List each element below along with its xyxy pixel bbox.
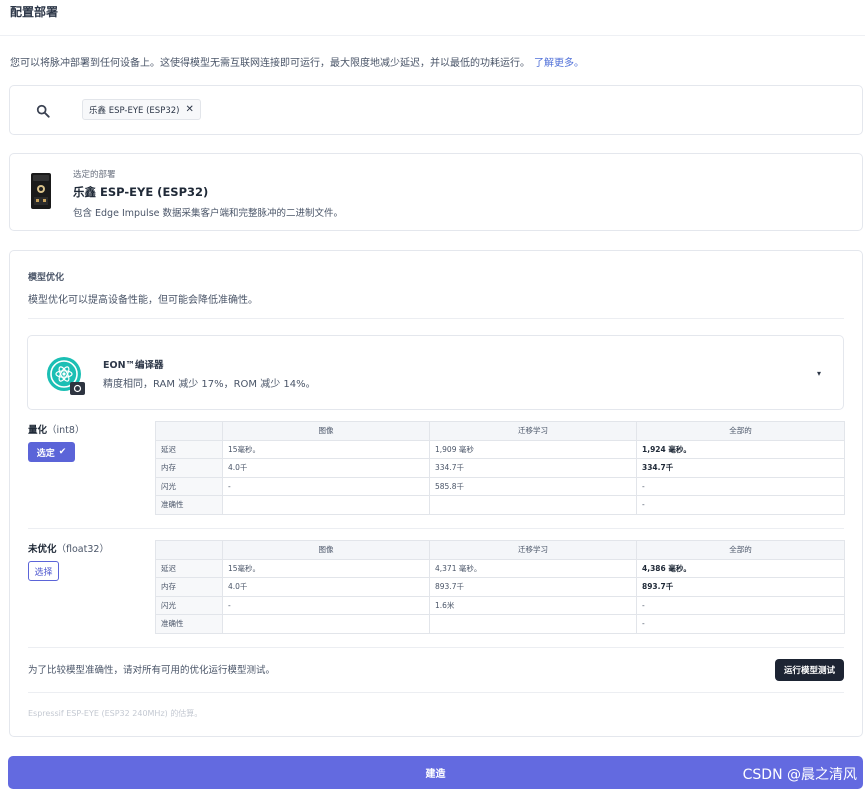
table-cell: 4.0千	[222, 458, 430, 478]
table-cell: 延迟	[155, 558, 223, 578]
table-header-row: 图像 迁移学习 全部的	[155, 540, 845, 560]
table-row: 延迟 15毫秒。 1,909 毫秒 1,924 毫秒。	[155, 439, 845, 459]
selected-button-label: 选定	[36, 448, 55, 459]
selected-deployment-description: 包含 Edge Impulse 数据采集客户端和完整脉冲的二进制文件。	[73, 208, 344, 219]
table-cell: 内存	[155, 577, 223, 597]
intro-text: 您可以将脉冲部署到任何设备上。这使得模型无需互联网连接即可运行，最大限度地减少延…	[10, 58, 530, 69]
optimization-subtitle: 模型优化可以提高设备性能，但可能会降低准确性。	[28, 295, 258, 306]
table-header-cell: 图像	[222, 540, 430, 560]
eon-compiler-dropdown[interactable]: EON™编译器 精度相同，RAM 减少 17%，ROM 减少 14%。 ▾	[27, 335, 844, 410]
table-cell: 893.7千	[429, 577, 637, 597]
unoptimized-label-text: 未优化	[28, 544, 57, 555]
divider	[28, 692, 844, 693]
learn-more-link[interactable]: 了解更多。	[534, 58, 584, 69]
table-cell: -	[636, 495, 845, 515]
divider	[28, 647, 844, 648]
title-divider	[0, 35, 865, 36]
eon-compiler-icon	[47, 357, 85, 395]
model-optimization-card: 模型优化 模型优化可以提高设备性能，但可能会降低准确性。 EON™编译器 精度相…	[9, 250, 863, 737]
table-row: 闪光 - 1.6米 -	[155, 595, 845, 615]
table-row: 准确性 -	[155, 495, 845, 515]
table-header-cell: 全部的	[636, 540, 845, 560]
intro-paragraph: 您可以将脉冲部署到任何设备上。这使得模型无需互联网连接即可运行，最大限度地减少延…	[10, 54, 584, 69]
eon-compiler-description: 精度相同，RAM 减少 17%，ROM 减少 14%。	[103, 379, 316, 390]
quantized-selected-button[interactable]: 选定 ✔	[28, 442, 75, 462]
build-button[interactable]: 建造	[8, 756, 863, 789]
eon-compiler-name: EON™编译器	[103, 360, 164, 371]
table-cell	[222, 495, 430, 515]
search-icon	[36, 104, 50, 118]
compare-accuracy-text: 为了比较模型准确性，请对所有可用的优化运行模型测试。	[28, 665, 276, 676]
table-header-cell	[155, 421, 223, 441]
table-cell: 15毫秒。	[222, 439, 430, 459]
table-cell: 闪光	[155, 476, 223, 496]
run-model-testing-button[interactable]: 运行模型测试	[775, 659, 844, 681]
table-cell: 893.7千	[636, 577, 845, 597]
table-cell: -	[636, 595, 845, 615]
chip-label: 乐鑫 ESP-EYE (ESP32)	[89, 105, 180, 116]
table-cell	[429, 495, 637, 515]
table-header-cell	[155, 540, 223, 560]
table-row: 闪光 - 585.8千 -	[155, 476, 845, 496]
unoptimized-performance-table: 图像 迁移学习 全部的 延迟 15毫秒。 4,371 毫秒。 4,386 毫秒。…	[155, 540, 845, 634]
page-title: 配置部署	[10, 5, 59, 19]
unoptimized-label-suffix: （float32）	[56, 544, 109, 555]
table-header-cell: 迁移学习	[429, 421, 637, 441]
divider	[28, 528, 844, 529]
estimate-note: Espressif ESP-EYE (ESP32 240MHz) 的估算。	[28, 709, 203, 718]
table-header-cell: 全部的	[636, 421, 845, 441]
table-cell: 585.8千	[429, 476, 637, 496]
table-cell: -	[222, 476, 430, 496]
table-cell: 延迟	[155, 439, 223, 459]
table-cell: 闪光	[155, 595, 223, 615]
selected-deployment-caption: 选定的部署	[73, 170, 116, 180]
chip-close-icon[interactable]: ✕	[185, 104, 193, 115]
table-cell: 准确性	[155, 495, 223, 515]
esp-eye-board-image	[31, 173, 51, 209]
table-cell: 1,909 毫秒	[429, 439, 637, 459]
table-row: 准确性 -	[155, 614, 845, 634]
table-cell: 准确性	[155, 614, 223, 634]
table-header-row: 图像 迁移学习 全部的	[155, 421, 845, 441]
unoptimized-label: 未优化（float32）	[28, 541, 109, 555]
quantized-performance-table: 图像 迁移学习 全部的 延迟 15毫秒。 1,909 毫秒 1,924 毫秒。 …	[155, 421, 845, 515]
table-cell: 15毫秒。	[222, 558, 430, 578]
table-cell	[429, 614, 637, 634]
table-cell: 内存	[155, 458, 223, 478]
target-search-box[interactable]: 乐鑫 ESP-EYE (ESP32) ✕	[9, 85, 863, 135]
table-cell	[222, 614, 430, 634]
table-cell: 4,371 毫秒。	[429, 558, 637, 578]
checkmark-icon: ✔	[58, 447, 67, 457]
divider	[28, 318, 844, 319]
table-cell: 334.7千	[429, 458, 637, 478]
table-cell: -	[636, 476, 845, 496]
table-cell: 334.7千	[636, 458, 845, 478]
unoptimized-select-button[interactable]: 选择	[28, 561, 59, 581]
table-cell: -	[222, 595, 430, 615]
table-cell: 4.0千	[222, 577, 430, 597]
table-header-cell: 迁移学习	[429, 540, 637, 560]
optimization-title: 模型优化	[28, 273, 65, 283]
csdn-watermark: CSDN @晨之清风	[742, 767, 857, 783]
table-cell: 1,924 毫秒。	[636, 439, 845, 459]
quantized-label-text: 量化	[28, 425, 48, 436]
table-cell: 1.6米	[429, 595, 637, 615]
selected-target-chip: 乐鑫 ESP-EYE (ESP32) ✕	[82, 99, 201, 120]
selected-deployment-name: 乐鑫 ESP-EYE (ESP32)	[73, 185, 209, 199]
quantized-label-suffix: （int8）	[47, 425, 85, 436]
chevron-down-icon[interactable]: ▾	[817, 369, 821, 378]
table-header-cell: 图像	[222, 421, 430, 441]
table-row: 延迟 15毫秒。 4,371 毫秒。 4,386 毫秒。	[155, 558, 845, 578]
table-row: 内存 4.0千 334.7千 334.7千	[155, 458, 845, 478]
selected-deployment-card: 选定的部署 乐鑫 ESP-EYE (ESP32) 包含 Edge Impulse…	[9, 153, 863, 231]
table-cell: -	[636, 614, 845, 634]
table-row: 内存 4.0千 893.7千 893.7千	[155, 577, 845, 597]
quantized-label: 量化（int8）	[28, 422, 84, 436]
table-cell: 4,386 毫秒。	[636, 558, 845, 578]
